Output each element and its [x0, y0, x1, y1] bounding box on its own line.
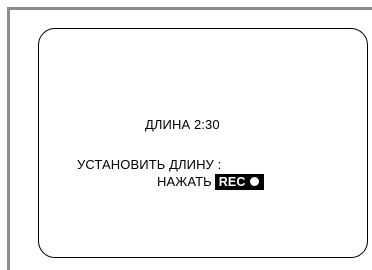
osd-screen: ДЛИНА 2:30 УСТАНОВИТЬ ДЛИНУ : НАЖАТЬ REC: [38, 28, 368, 258]
rec-button[interactable]: REC: [214, 174, 264, 190]
set-length-prompt: УСТАНОВИТЬ ДЛИНУ :: [77, 157, 222, 172]
press-label: НАЖАТЬ: [157, 174, 212, 189]
rec-button-label: REC: [218, 175, 246, 189]
frame-top-border: [7, 7, 372, 10]
frame-left-border: [7, 7, 10, 270]
length-label: ДЛИНА: [145, 117, 191, 132]
length-value: 2:30: [193, 117, 220, 132]
record-dot-icon: [249, 177, 259, 186]
length-readout: ДЛИНА 2:30: [145, 117, 220, 133]
press-instruction: НАЖАТЬ REC: [157, 174, 264, 190]
